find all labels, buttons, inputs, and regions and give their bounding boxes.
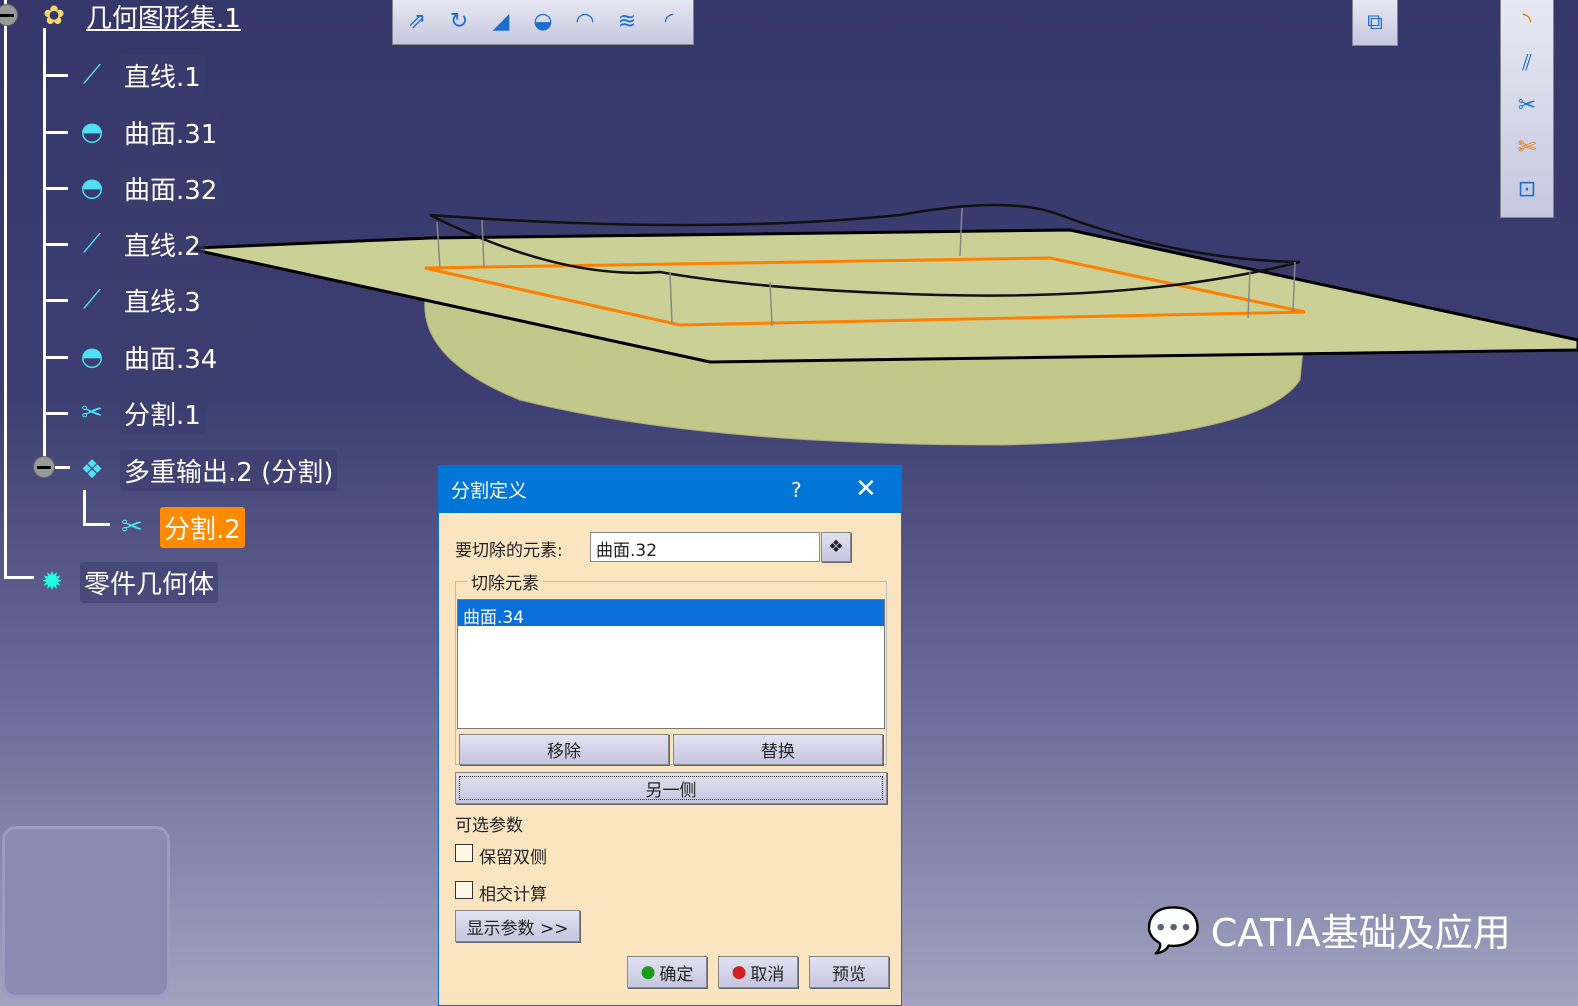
tree-node-body[interactable]: ✹ 零件几何体 <box>30 560 219 604</box>
line-icon: ⟋ <box>82 228 102 259</box>
intersection-compute-checkbox[interactable] <box>455 881 473 899</box>
part-body-icon: ✹ <box>41 567 63 597</box>
other-side-button[interactable]: 另一侧 <box>455 772 887 804</box>
line-icon: ⟋ <box>82 284 102 315</box>
wechat-icon: 💬 <box>1146 904 1201 956</box>
surface-icon: ◓ <box>80 342 104 372</box>
part-icon[interactable]: ⧉ <box>1357 4 1393 40</box>
ok-icon: ● <box>640 962 656 982</box>
tree-node[interactable]: ⟋ 直线.2 <box>70 222 205 266</box>
cutting-elements-list[interactable]: 曲面.34 <box>457 599 885 729</box>
remove-button[interactable]: 移除 <box>459 734 669 765</box>
right-toolbar: ◝ ⫽ ✂ ✄ ⊡ <box>1500 0 1554 218</box>
tree-label: 分割.2 <box>160 506 245 548</box>
keep-both-sides-checkbox[interactable] <box>455 844 473 862</box>
ok-label: 确定 <box>659 964 694 985</box>
element-to-cut-label: 要切除的元素: <box>455 541 563 561</box>
compass-widget[interactable] <box>2 826 170 998</box>
line-icon: ⟋ <box>82 59 102 90</box>
multi-output-selector-button[interactable]: ❖ <box>821 532 851 562</box>
cutting-plane <box>193 228 1578 364</box>
cancel-label: 取消 <box>750 964 785 985</box>
keep-both-sides-label: 保留双侧 <box>479 848 547 868</box>
split-icon[interactable]: ✂ <box>1509 87 1545 123</box>
tree-node[interactable]: ◓ 曲面.32 <box>70 166 222 210</box>
show-params-button[interactable]: 显示参数 >> <box>455 910 580 942</box>
split-definition-dialog: 分割定义 ? ✕ 要切除的元素: 曲面.32 ❖ 切除元素 曲面.34 移除 替… <box>438 465 902 1006</box>
fillet-icon[interactable]: ◝ <box>1509 3 1545 39</box>
replace-button[interactable]: 替换 <box>673 734 883 765</box>
tree-label: 直线.2 <box>120 223 205 265</box>
tree-label: 几何图形集.1 <box>86 3 241 34</box>
watermark: 💬 CATIA基础及应用 <box>1146 902 1511 957</box>
tree-node-multi-output[interactable]: ❖ 多重输出.2 (分割) <box>70 448 338 492</box>
element-to-cut-field[interactable]: 曲面.32 <box>590 532 820 562</box>
tree-node-selected[interactable]: ✂ 分割.2 <box>110 505 245 549</box>
cutting-elements-group-label: 切除元素 <box>467 569 543 594</box>
tree-node[interactable]: ⟋ 直线.1 <box>70 53 205 97</box>
tree-label: 直线.1 <box>120 54 205 96</box>
preview-button[interactable]: 预览 <box>809 956 889 988</box>
list-item-selected[interactable]: 曲面.34 <box>458 600 884 628</box>
extrude-icon[interactable]: ⇗ <box>399 4 435 40</box>
dialog-title: 分割定义 <box>451 480 528 502</box>
intersection-compute-label: 相交计算 <box>479 885 547 905</box>
offset-icon[interactable]: ◜ <box>651 4 687 40</box>
tree-node[interactable]: ◓ 曲面.31 <box>70 110 222 154</box>
tree-node[interactable]: ⟋ 直线.3 <box>70 278 205 322</box>
split-icon: ✂ <box>81 398 103 428</box>
tree-label: 直线.3 <box>120 279 205 321</box>
tree-node[interactable]: ◓ 曲面.34 <box>70 335 222 379</box>
tree-label: 曲面.34 <box>120 336 222 378</box>
dialog-titlebar: 分割定义 ? ✕ <box>439 466 901 513</box>
geometric-set-icon: ✿ <box>43 1 65 31</box>
sweep-icon[interactable]: ◢ <box>483 4 519 40</box>
tree-node-geometric-set[interactable]: ✿ 几何图形集.1 <box>32 0 245 38</box>
tree-label: 曲面.31 <box>120 111 222 153</box>
fill-icon[interactable]: ◒ <box>525 4 561 40</box>
top-toolbar: ⇗ ↻ ◢ ◒ ◠ ≋ ◜ <box>392 0 694 45</box>
tree-label: 零件几何体 <box>80 561 219 603</box>
multi-output-icon: ❖ <box>80 455 104 485</box>
revolve-icon[interactable]: ↻ <box>441 4 477 40</box>
tree-label: 曲面.32 <box>120 167 222 209</box>
blend-icon[interactable]: ≋ <box>609 4 645 40</box>
tree-label: 多重输出.2 (分割) <box>120 449 338 491</box>
help-button[interactable]: ? <box>791 478 802 502</box>
watermark-text: CATIA基础及应用 <box>1210 911 1511 955</box>
ok-button[interactable]: ● 确定 <box>627 956 707 988</box>
loft-icon[interactable]: ◠ <box>567 4 603 40</box>
cancel-icon: ● <box>731 962 747 982</box>
close-button[interactable]: ✕ <box>855 474 877 504</box>
small-toolbar: ⧉ <box>1352 0 1398 46</box>
cancel-button[interactable]: ● 取消 <box>718 956 798 988</box>
tree-label: 分割.1 <box>120 392 205 434</box>
join-icon[interactable]: ⫽ <box>1509 45 1545 81</box>
split-icon: ✂ <box>121 512 143 542</box>
optional-params-label: 可选参数 <box>455 816 523 836</box>
tree-node[interactable]: ✂ 分割.1 <box>70 391 205 435</box>
surface-icon: ◓ <box>80 117 104 147</box>
collapse-toggle[interactable] <box>33 456 55 478</box>
extract-icon[interactable]: ⊡ <box>1509 171 1545 207</box>
trim-icon[interactable]: ✄ <box>1509 129 1545 165</box>
surface-icon: ◓ <box>80 173 104 203</box>
